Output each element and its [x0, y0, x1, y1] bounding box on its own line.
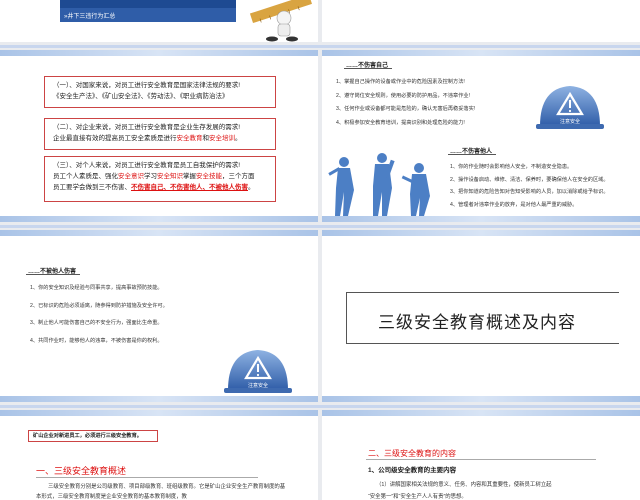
section-heading-underline — [366, 459, 596, 460]
helmet-caption: 注意安全 — [559, 119, 580, 125]
slide-bottom-band — [0, 396, 318, 402]
text-segment: 掌握 — [183, 173, 196, 180]
slide-no-harm-self-others[interactable]: ……不伤害自己 1、掌握自己操作的设备或作业中的危险因素及控制方法! 2、遵守岗… — [322, 50, 640, 222]
slide-1[interactable]: »井下三违行为汇总 — [0, 0, 318, 42]
slide-bottom-band — [322, 396, 640, 402]
reason-national-line1: （一）、对国家来说，对员工进行安全教育是国家法律法规的要求! — [53, 82, 241, 89]
note-box: 矿山企业对新进员工，必须进行三级安全教育。 — [28, 430, 158, 442]
content-body-line1: （1）讲解国家相关法规的意义、任务、内容和其重要性，使新员工树立起 — [376, 482, 552, 488]
highlight-safety-training: 安全培训 — [209, 135, 235, 142]
worker-ruler-illustration — [249, 0, 312, 42]
highlight-skills: 安全技能 — [196, 173, 222, 180]
list-item: 4、共同作业时，能够他人的违章，不被伤害是你的权利。 — [30, 337, 163, 344]
slide-why-education[interactable]: （一）、对国家来说，对员工进行安全教育是国家法律法规的要求! 《安全生产法》、《… — [0, 50, 318, 222]
section-title-others-underline — [448, 154, 496, 155]
list-item: 2、已标识的危险必须适离，随参得到防护措施及安全许可。 — [30, 302, 168, 309]
text-segment: 员工要学会做到三不伤害、 — [53, 184, 131, 191]
reason-enterprise-line2: 企业最直接有效的提高员工安全素质是进行安全教育和安全培训。 — [53, 133, 267, 144]
text-segment: 学习 — [144, 173, 157, 180]
row-divider — [0, 45, 640, 48]
section-heading: 一、三级安全教育概述 — [36, 466, 127, 476]
list-item: 1、你的安全知识及经验与同事共享，提高事故预防技能。 — [30, 285, 163, 291]
slide-not-harmed-by-others[interactable]: ……不被他人伤害 1、你的安全知识及经验与同事共享，提高事故预防技能。 2、已标… — [0, 230, 318, 402]
list-item: 3、把你知道的危险告知对告知受影响的人员，加以消除或给予标识。 — [450, 189, 609, 195]
slide-bottom-band — [322, 216, 640, 222]
slide-top-band — [322, 50, 640, 56]
highlight-safety-education: 安全教育 — [176, 135, 203, 142]
slide-1-menu-highlight — [60, 0, 236, 8]
reason-personal-line2: 员工个人素质是、强化安全意识学习安全知识掌握安全技能，三个方面 — [53, 171, 267, 182]
reason-box-enterprise: （二）、对企业来说，对员工进行安全教育是企业生存发展的需求! 企业最直接有效的提… — [44, 118, 276, 150]
list-item: 1、你的作业随时会影响他人安全，不制造安全隐患。 — [450, 164, 573, 170]
list-item: 2、遵守岗位安全规则，使用必要的防护用品，不违章作业! — [336, 92, 471, 99]
helmet-caption: 注意安全 — [247, 383, 268, 389]
slide-top-band — [0, 50, 318, 56]
reason-box-personal: （三）、对个人来说，对员工进行安全教育是员工自我保护的需求! 员工个人素质是、强… — [44, 156, 276, 202]
content-body-line2: “安全第一”和“安全生产人人有责”的思想。 — [368, 494, 467, 500]
text-segment: ，三个方面 — [222, 173, 255, 180]
safety-helmet-icon: 注意安全 — [222, 346, 294, 396]
row-divider — [0, 225, 640, 228]
slide-top-band — [322, 410, 640, 416]
reason-personal-line3: 员工要学会做到三不伤害、不伤害自己、不伤害他人、不被他人伤害。 — [53, 182, 267, 193]
section-title-underline — [26, 274, 80, 275]
highlight-knowledge: 安全知识 — [157, 173, 183, 180]
highlight-three-no-harm: 不伤害自己、不伤害他人、不被他人伤害 — [131, 184, 248, 191]
slide-top-band — [0, 230, 318, 236]
list-item: 3、任何作业或设备都可能是危险的，确认无害后再稳妥落实! — [336, 106, 476, 112]
list-item: 4、积极参加安全教育培训，提高识别和处理危险的能力! — [336, 119, 465, 126]
row-divider — [0, 405, 640, 408]
slide-1-menu-item[interactable]: »井下三违行为汇总 — [64, 11, 115, 20]
text-segment: 企业最直接有效的提高员工安全素质是进行 — [53, 135, 177, 142]
slide-bottom-band — [0, 216, 318, 222]
overview-body: 三级安全教育分别是公司级教育、项目部级教育、班组级教育。它是矿山企业安全生产教育… — [36, 484, 286, 500]
slide-2[interactable] — [322, 0, 640, 42]
workers-illustration — [328, 153, 430, 216]
list-not-harmed: 1、你的安全知识及经验与同事共享，提高事故预防技能。 2、已标识的危险必须适离，… — [30, 284, 270, 345]
slide-section-title[interactable]: 三级安全教育概述及内容 — [322, 230, 640, 402]
reason-box-national: （一）、对国家来说，对员工进行安全教育是国家法律法规的要求! 《安全生产法》、《… — [44, 76, 276, 108]
slide-top-band — [322, 230, 640, 236]
list-others: 1、你的作业随时会影响他人安全，不制造安全隐患。 2、操作设备启动、维修、清洁、… — [450, 163, 636, 209]
section-heading: 二、三级安全教育的内容 — [368, 449, 456, 458]
highlight-awareness: 安全意识 — [118, 173, 144, 180]
slide-top-band — [0, 410, 318, 416]
list-item: 4、管理者对违章作业的放弃，是对他人最严重的威胁。 — [450, 201, 578, 208]
slide-overview[interactable]: 矿山企业对新进员工，必须进行三级安全教育。 一、三级安全教育概述 三级安全教育分… — [0, 410, 318, 500]
text-segment: 。 — [235, 135, 242, 142]
safety-helmet-icon: 注意安全 — [534, 82, 606, 132]
page-title: 三级安全教育概述及内容 — [378, 313, 576, 332]
list-item: 3、制止他人可能伤害自己的不安全行为，强面比生命重。 — [30, 320, 163, 326]
slide-content[interactable]: 二、三级安全教育的内容 1、公司级安全教育的主要内容 （1）讲解国家相关法规的意… — [322, 410, 640, 500]
reason-personal-line1: （三）、对个人来说，对员工进行安全教育是员工自我保护的需求! — [53, 162, 241, 169]
reason-national-line2: 《安全生产法》、《矿山安全法》、《劳动法》、《职业病防治法》 — [53, 93, 229, 100]
section-title-self-underline — [344, 68, 392, 69]
text-segment: 员工个人素质是、强化 — [53, 173, 118, 180]
text-segment: 。 — [248, 184, 255, 191]
subheading: 1、公司级安全教育的主要内容 — [368, 467, 457, 474]
reason-enterprise-line1: （二）、对企业来说，对员工进行安全教育是企业生存发展的需求! — [53, 124, 241, 131]
note-text: 矿山企业对新进员工，必须进行三级安全教育。 — [33, 433, 142, 439]
list-item: 1、掌握自己操作的设备或作业中的危险因素及控制方法! — [336, 79, 465, 85]
section-heading-underline — [36, 477, 258, 478]
list-item: 2、操作设备启动、维修、清洁、保养时，要确保他人在安全的区域。 — [450, 176, 609, 183]
list-self: 1、掌握自己操作的设备或作业中的危险因素及控制方法! 2、遵守岗位安全规则，使用… — [336, 78, 536, 127]
